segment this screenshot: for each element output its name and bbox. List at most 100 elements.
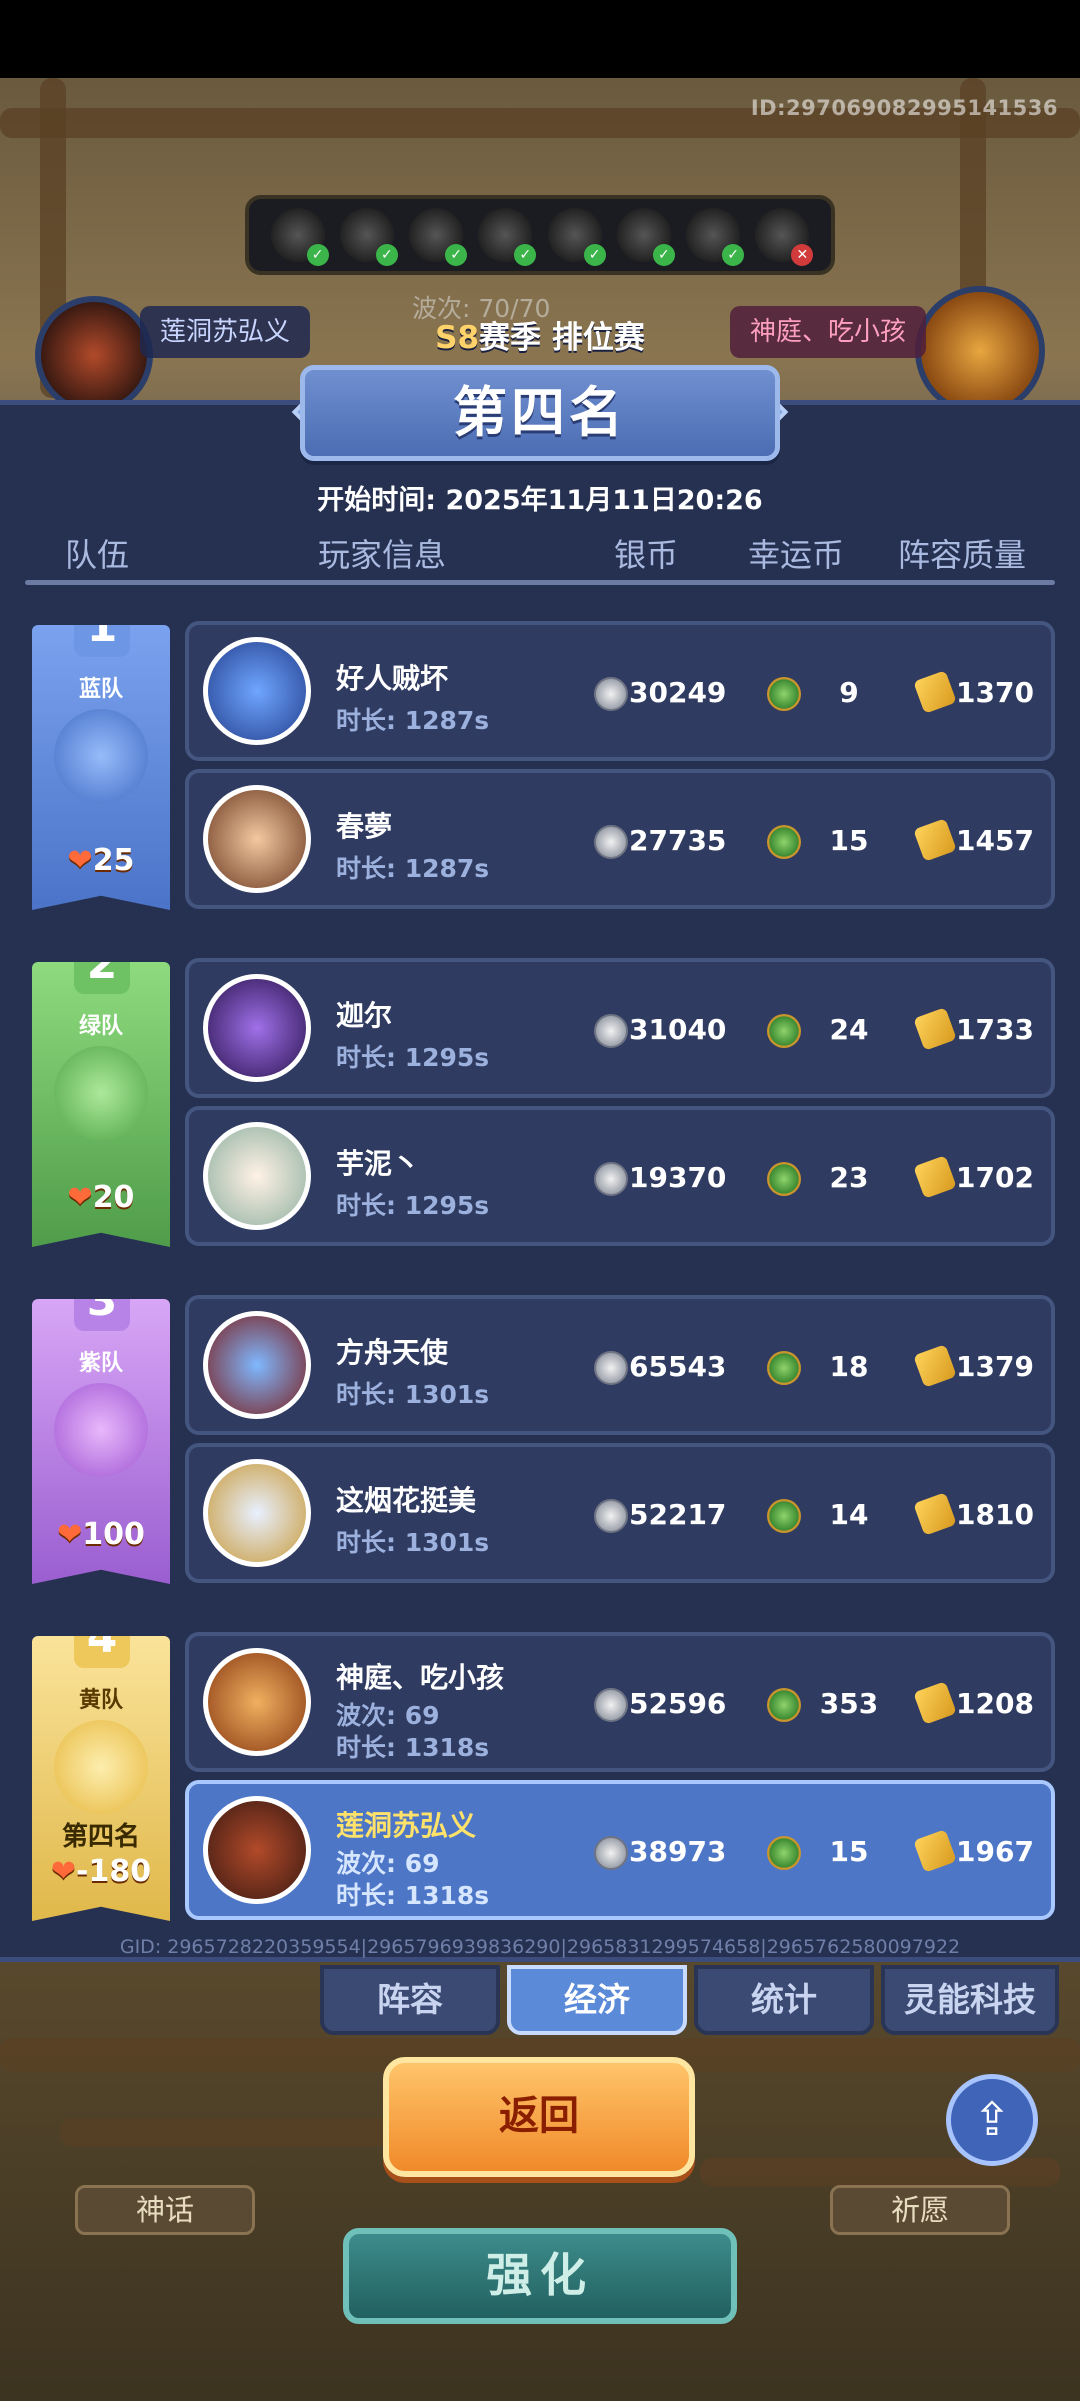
quality-ticket-icon: [913, 1007, 957, 1051]
silver-coin-icon: [594, 677, 628, 711]
mythic-button[interactable]: 神话: [75, 2185, 255, 2235]
upgrade-button[interactable]: 强化: [343, 2228, 737, 2324]
team-name: 紫队: [78, 1351, 123, 1376]
clover-coin-icon: [767, 1499, 801, 1533]
header-team: 队伍: [65, 536, 130, 574]
quality-value: 1208: [956, 1687, 1034, 1720]
team-banner-green: 2 绿队 ❤20: [32, 962, 170, 1247]
player-name: 神庭、吃小孩: [336, 1661, 505, 1694]
header-divider: [25, 580, 1055, 585]
player-row[interactable]: 神庭、吃小孩 波次: 69 时长: 1318s 52596 353 1208: [185, 1632, 1055, 1772]
player-wave: 波次: 69: [336, 1849, 440, 1878]
player-name: 这烟花挺美: [336, 1484, 477, 1517]
player-duration: 时长: 1287s: [336, 854, 490, 883]
relic-icon: ✓: [686, 208, 745, 266]
player-avatar: [203, 1122, 311, 1230]
player-avatar: [203, 637, 311, 745]
player-avatar: [203, 1459, 311, 1567]
share-icon[interactable]: ⇪: [946, 2074, 1038, 2166]
player-row[interactable]: 好人贼坏 时长: 1287s 30249 9 1370: [185, 621, 1055, 761]
silver-value: 27735: [629, 824, 727, 857]
game-id: ID:297069082995141536: [750, 96, 1058, 120]
player-name: 方舟天使: [336, 1336, 449, 1369]
team-name: 黄队: [78, 1688, 123, 1713]
team-hp: ❤100: [57, 1517, 145, 1552]
header-quality: 阵容质量: [898, 536, 1027, 574]
team-hp: ❤25: [67, 843, 135, 878]
team-banner-blue: 1 蓝队 ❤25: [32, 625, 170, 910]
team-place: 第四名: [61, 1822, 140, 1852]
game-gid: GID: 2965728220359554|2965796939836290|2…: [119, 1936, 961, 1958]
team-emblem-icon: [54, 1720, 148, 1814]
player-duration: 时长: 1295s: [336, 1191, 490, 1220]
silver-coin-icon: [594, 1014, 628, 1048]
team-emblem-icon: [54, 709, 148, 803]
silver-value: 38973: [629, 1835, 727, 1868]
quality-value: 1457: [956, 824, 1034, 857]
quality-value: 1810: [956, 1498, 1034, 1531]
player-row[interactable]: 迦尔 时长: 1295s 31040 24 1733: [185, 958, 1055, 1098]
player-row-self[interactable]: 莲洞苏弘义 波次: 69 时长: 1318s 38973 15 1967: [185, 1780, 1055, 1920]
silver-coin-icon: [594, 1836, 628, 1870]
quality-ticket-icon: [913, 1155, 957, 1199]
heart-icon: ❤: [67, 1180, 93, 1215]
player-wave: 波次: 69: [336, 1701, 440, 1730]
player-name: 芋泥丶: [336, 1147, 421, 1180]
team-hp: ❤20: [67, 1180, 135, 1215]
player-row[interactable]: 芋泥丶 时长: 1295s 19370 23 1702: [185, 1106, 1055, 1246]
player-row[interactable]: 春夢 时长: 1287s 27735 15 1457: [185, 769, 1055, 909]
quality-ticket-icon: [913, 1829, 957, 1873]
team-emblem-icon: [54, 1046, 148, 1140]
header-luck: 幸运币: [748, 536, 845, 574]
relic-bar: ✓ ✓ ✓ ✓ ✓ ✓ ✓ ✕: [245, 195, 835, 275]
quality-value: 1967: [956, 1835, 1034, 1868]
tab-lineup[interactable]: 阵容: [320, 1965, 500, 2035]
team-hp: ❤-180: [50, 1854, 152, 1889]
relic-icon: ✓: [547, 208, 606, 266]
silver-value: 31040: [629, 1013, 727, 1046]
player-avatar: [203, 1311, 311, 1419]
tab-economy[interactable]: 经济: [507, 1965, 687, 2035]
silver-coin-icon: [594, 1162, 628, 1196]
luck-value: 24: [829, 1013, 869, 1046]
player-duration: 时长: 1318s: [336, 1733, 490, 1762]
back-button[interactable]: 返回: [383, 2057, 695, 2177]
luck-value: 23: [829, 1161, 869, 1194]
relic-icon: ✕: [755, 208, 814, 266]
player-name: 春夢: [336, 810, 393, 843]
pray-button[interactable]: 祈愿: [830, 2185, 1010, 2235]
team-banner-yellow: 4 黄队 第四名 ❤-180: [32, 1636, 170, 1921]
player-avatar: [203, 1796, 311, 1904]
quality-value: 1733: [956, 1013, 1034, 1046]
silver-coin-icon: [594, 1351, 628, 1385]
player-row[interactable]: 这烟花挺美 时长: 1301s 52217 14 1810: [185, 1443, 1055, 1583]
quality-ticket-icon: [913, 818, 957, 862]
player-row[interactable]: 方舟天使 时长: 1301s 65543 18 1379: [185, 1295, 1055, 1435]
silver-value: 19370: [629, 1161, 727, 1194]
quality-ticket-icon: [913, 1344, 957, 1388]
silver-value: 52217: [629, 1498, 727, 1531]
heart-icon: ❤: [50, 1854, 77, 1889]
luck-value: 14: [829, 1498, 869, 1531]
team-name: 蓝队: [78, 677, 123, 702]
luck-value: 15: [829, 1835, 869, 1868]
clover-coin-icon: [767, 677, 801, 711]
relic-icon: ✓: [478, 208, 537, 266]
luck-value: 15: [829, 824, 869, 857]
relic-icon: ✓: [409, 208, 468, 266]
header-player: 玩家信息: [318, 536, 447, 574]
player-duration: 时长: 1301s: [336, 1380, 490, 1409]
quality-ticket-icon: [913, 670, 957, 714]
clover-coin-icon: [767, 1351, 801, 1385]
tab-statistics[interactable]: 统计: [694, 1965, 874, 2035]
silver-coin-icon: [594, 1688, 628, 1722]
tab-psionic-tech[interactable]: 灵能科技: [881, 1965, 1059, 2035]
clover-coin-icon: [767, 1688, 801, 1722]
quality-value: 1370: [956, 676, 1034, 709]
relic-icon: ✓: [270, 208, 329, 266]
status-bar: [0, 0, 1080, 78]
player-avatar: [203, 1648, 311, 1756]
team-name: 绿队: [78, 1014, 123, 1039]
player-avatar: [203, 974, 311, 1082]
rank-title: 第四名: [300, 365, 780, 461]
